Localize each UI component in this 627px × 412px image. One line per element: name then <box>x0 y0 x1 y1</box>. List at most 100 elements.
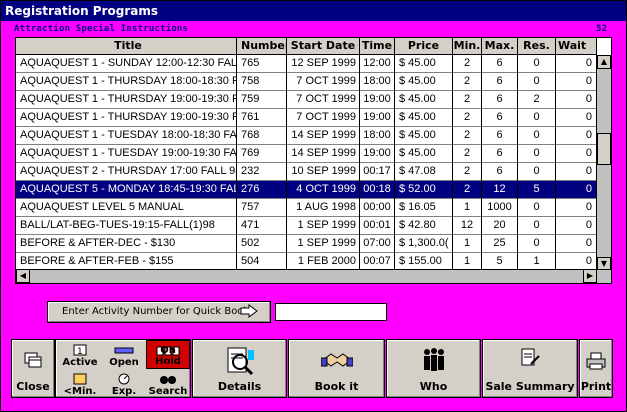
table-row[interactable]: AQUAQUEST 5 - MONDAY 18:45-19:30 FALI 276… <box>16 181 597 199</box>
cell-title: AQUAQUEST 1 - THURSDAY 19:00-19:30 FA <box>16 91 237 109</box>
cell-title: AQUAQUEST 1 - TUESDAY 19:00-19:30 FAL <box>16 145 237 163</box>
table-row[interactable]: AQUAQUEST 1 - SUNDAY 12:00-12:30 FALL 765… <box>16 55 597 73</box>
open-button[interactable]: Open <box>102 340 146 369</box>
cell-title: AQUAQUEST 1 - THURSDAY 18:00-18:30 FA <box>16 73 237 91</box>
cell-start: 7 OCT 1999 <box>287 109 360 127</box>
cell-wait: 0 <box>556 145 597 163</box>
book-it-button[interactable]: Book it <box>288 339 385 398</box>
programs-table: Title Number Start Date Time Price Min. … <box>15 37 612 284</box>
cell-title: AQUAQUEST LEVEL 5 MANUAL <box>16 199 237 217</box>
vertical-scrollbar[interactable]: ▲ ▼ <box>596 55 611 271</box>
cell-title: AQUAQUEST 1 - THURSDAY 19:00-19:30 FA <box>16 109 237 127</box>
cell-min: 2 <box>453 91 482 109</box>
handshake-icon <box>320 346 353 376</box>
table-row[interactable]: AQUAQUEST 1 - TUESDAY 18:00-18:30 FAL 768… <box>16 127 597 145</box>
cell-max: 20 <box>482 217 518 235</box>
cell-time: 00:18 <box>360 181 395 199</box>
cell-title: AQUAQUEST 1 - TUESDAY 18:00-18:30 FAL <box>16 127 237 145</box>
min-button[interactable]: <Min. <box>58 369 102 398</box>
table-body: AQUAQUEST 1 - SUNDAY 12:00-12:30 FALL 765… <box>16 55 597 271</box>
cell-time: 19:00 <box>360 145 395 163</box>
column-header-time[interactable]: Time <box>360 38 395 55</box>
exp-label: Exp. <box>111 386 137 397</box>
sale-summary-label: Sale Summary <box>485 380 575 393</box>
cell-number: 276 <box>237 181 287 199</box>
cell-wait: 0 <box>556 181 597 199</box>
scroll-left-arrow-icon[interactable]: ◀ <box>16 269 30 283</box>
cell-wait: 0 <box>556 217 597 235</box>
scroll-up-arrow-icon[interactable]: ▲ <box>597 55 611 69</box>
sale-summary-button[interactable]: Sale Summary <box>482 339 578 398</box>
column-header-min[interactable]: Min. <box>453 38 482 55</box>
table-header: Title Number Start Date Time Price Min. … <box>16 38 597 55</box>
cell-start: 7 OCT 1999 <box>287 73 360 91</box>
activity-number-input[interactable] <box>275 303 387 321</box>
column-header-max[interactable]: Max. <box>482 38 518 55</box>
exp-button[interactable]: Exp. <box>102 369 146 398</box>
table-row[interactable]: AQUAQUEST 1 - THURSDAY 19:00-19:30 FA 759… <box>16 91 597 109</box>
cell-wait: 0 <box>556 109 597 127</box>
cell-time: 00:01 <box>360 217 395 235</box>
on-hold-label: On Hold <box>155 345 181 367</box>
table-row[interactable]: AQUAQUEST 1 - THURSDAY 19:00-19:30 FA 761… <box>16 109 597 127</box>
cell-max: 12 <box>482 181 518 199</box>
active-button[interactable]: 1 Active <box>58 340 102 369</box>
cell-max: 6 <box>482 73 518 91</box>
special-instructions-label[interactable]: Attraction Special Instructions <box>14 24 188 34</box>
cell-number: 502 <box>237 235 287 253</box>
cell-title: AQUAQUEST 5 - MONDAY 18:45-19:30 FALI <box>16 181 237 199</box>
cell-wait: 0 <box>556 235 597 253</box>
search-label: Search <box>148 386 188 397</box>
cell-start: 4 OCT 1999 <box>287 181 360 199</box>
cell-res: 0 <box>518 217 556 235</box>
cell-title: AQUAQUEST 1 - SUNDAY 12:00-12:30 FALL <box>16 55 237 73</box>
column-header-wait[interactable]: Wait <box>556 38 597 55</box>
cell-res: 0 <box>518 127 556 145</box>
min-label: <Min. <box>63 386 97 397</box>
window-title: Registration Programs <box>1 1 626 21</box>
cell-price: $ 52.00 <box>395 181 453 199</box>
cell-start: 14 SEP 1999 <box>287 127 360 145</box>
cell-start: 10 SEP 1999 <box>287 163 360 181</box>
cell-number: 768 <box>237 127 287 145</box>
cell-max: 6 <box>482 109 518 127</box>
search-button[interactable]: Search <box>146 369 190 398</box>
cell-min: 2 <box>453 181 482 199</box>
cell-res: 0 <box>518 145 556 163</box>
cell-price: $ 45.00 <box>395 145 453 163</box>
cell-wait: 0 <box>556 127 597 145</box>
cell-res: 0 <box>518 199 556 217</box>
quick-book-button[interactable]: Enter Activity Number for Quick Book <box>47 301 271 323</box>
table-row[interactable]: AQUAQUEST 2 - THURSDAY 17:00 FALL 98 232 1… <box>16 163 597 181</box>
cell-max: 6 <box>482 55 518 73</box>
who-button[interactable]: Who <box>386 339 481 398</box>
close-button[interactable]: Close <box>11 339 55 398</box>
cell-res: 0 <box>518 55 556 73</box>
column-header-start-date[interactable]: Start Date <box>287 38 360 55</box>
cell-number: 758 <box>237 73 287 91</box>
column-header-number[interactable]: Number <box>237 38 287 55</box>
horizontal-scrollbar[interactable]: ◀ ▶ <box>16 269 597 283</box>
cell-max: 6 <box>482 91 518 109</box>
details-button[interactable]: Details <box>192 339 287 398</box>
cell-price: $ 42.80 <box>395 217 453 235</box>
vertical-scroll-thumb[interactable] <box>597 133 611 165</box>
table-row[interactable]: AQUAQUEST 1 - THURSDAY 18:00-18:30 FA 758… <box>16 73 597 91</box>
on-hold-button[interactable]: On Hold <box>146 340 190 369</box>
column-header-price[interactable]: Price <box>395 38 453 55</box>
table-row[interactable]: AQUAQUEST LEVEL 5 MANUAL 757 1 AUG 1998 00:… <box>16 199 597 217</box>
table-row[interactable]: AQUAQUEST 1 - TUESDAY 19:00-19:30 FAL 769… <box>16 145 597 163</box>
cell-price: $ 47.08 <box>395 163 453 181</box>
close-window-icon <box>24 352 42 372</box>
print-button[interactable]: Print <box>579 339 613 398</box>
column-header-title[interactable]: Title <box>16 38 237 55</box>
cell-time: 12:00 <box>360 55 395 73</box>
table-row[interactable]: BALL/LAT-BEG-TUES-19:15-FALL(1)98 471 1 SE… <box>16 217 597 235</box>
table-row[interactable]: BEFORE & AFTER-DEC - $130 502 1 SEP 1999 07… <box>16 235 597 253</box>
cell-wait: 0 <box>556 199 597 217</box>
cell-title: AQUAQUEST 2 - THURSDAY 17:00 FALL 98 <box>16 163 237 181</box>
scroll-right-arrow-icon[interactable]: ▶ <box>583 269 597 283</box>
open-label: Open <box>109 357 139 368</box>
column-header-res[interactable]: Res. <box>518 38 556 55</box>
cell-min: 2 <box>453 127 482 145</box>
